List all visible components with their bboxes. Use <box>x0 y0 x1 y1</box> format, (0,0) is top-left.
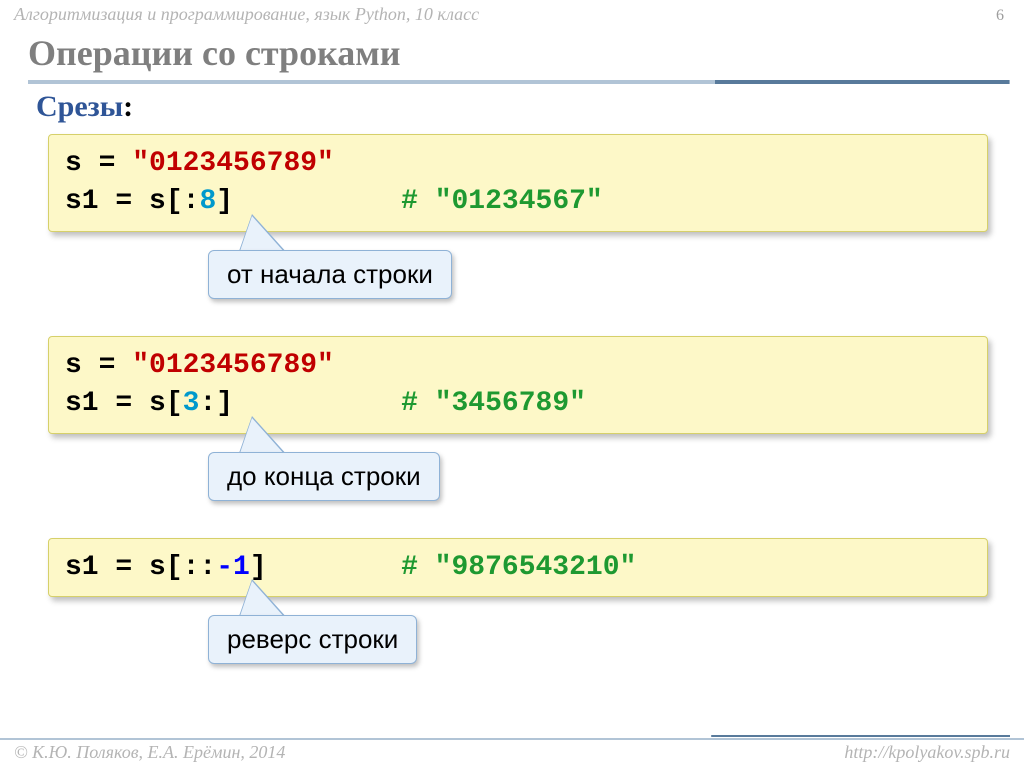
callout-wrap-3: реверс строки <box>48 605 988 677</box>
callout-3: реверс строки <box>208 615 417 664</box>
callout-2: до конца строки <box>208 452 440 501</box>
title-underline <box>28 80 1010 84</box>
footer-copyright: © К.Ю. Поляков, Е.А. Ерёмин, 2014 <box>14 742 285 763</box>
code-block-2: s = "0123456789" s1 = s[3:] # "3456789" <box>48 336 988 434</box>
slide-header: Алгоритмизация и программирование, язык … <box>0 0 1024 27</box>
breadcrumb: Алгоритмизация и программирование, язык … <box>14 4 479 25</box>
page-number: 6 <box>996 7 1010 25</box>
code-block-1: s = "0123456789" s1 = s[:8] # "01234567" <box>48 134 988 232</box>
footer-url: http://kpolyakov.spb.ru <box>844 742 1010 763</box>
code-block-3: s1 = s[::-1] # "9876543210" <box>48 538 988 598</box>
section-subhead: Срезы: <box>36 90 1024 124</box>
content-area: s = "0123456789" s1 = s[:8] # "01234567"… <box>0 134 1024 677</box>
callout-1: от начала строки <box>208 250 452 299</box>
slide-footer: © К.Ю. Поляков, Е.А. Ерёмин, 2014 http:/… <box>0 738 1024 763</box>
footer-accent-line <box>711 735 1010 737</box>
callout-wrap-2: до конца строки <box>48 442 988 514</box>
page-title: Операции со строками <box>28 33 1010 74</box>
callout-wrap-1: от начала строки <box>48 240 988 312</box>
